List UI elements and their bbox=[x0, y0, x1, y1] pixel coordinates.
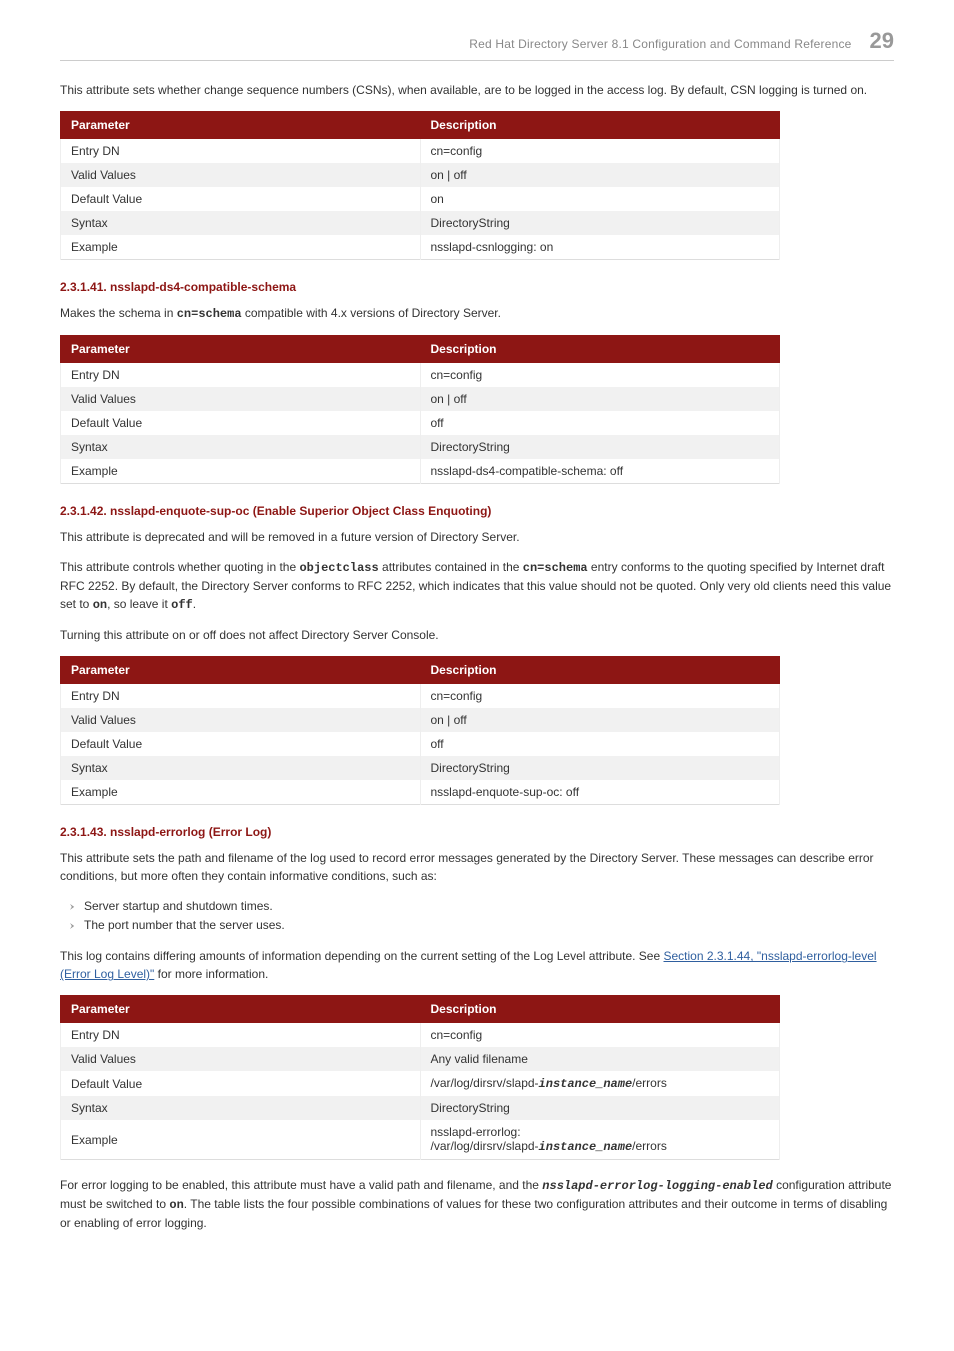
cell: Default Value bbox=[61, 411, 421, 435]
cell: Entry DN bbox=[61, 139, 421, 164]
text: Makes the schema in bbox=[60, 306, 177, 320]
text: /var/log/dirsrv/slapd- bbox=[431, 1076, 539, 1090]
table-ds4-compatible: Parameter Description Entry DNcn=config … bbox=[60, 335, 780, 484]
code: on bbox=[169, 1198, 183, 1212]
code: cn=schema bbox=[177, 307, 242, 321]
italic-code: instance_name bbox=[539, 1140, 633, 1154]
cell: /var/log/dirsrv/slapd-instance_name/erro… bbox=[420, 1071, 780, 1096]
code: on bbox=[93, 598, 107, 612]
s43-para2: This log contains differing amounts of i… bbox=[60, 947, 894, 983]
cell: DirectoryString bbox=[420, 1096, 780, 1120]
cell: Default Value bbox=[61, 187, 421, 211]
cell: Entry DN bbox=[61, 1023, 421, 1048]
cell: Valid Values bbox=[61, 708, 421, 732]
col-parameter: Parameter bbox=[61, 336, 421, 363]
section-heading-41: 2.3.1.41. nsslapd-ds4-compatible-schema bbox=[60, 280, 894, 294]
cell: Example bbox=[61, 459, 421, 484]
table-errorlog: Parameter Description Entry DNcn=config … bbox=[60, 995, 780, 1160]
table-enquote-sup-oc: Parameter Description Entry DNcn=config … bbox=[60, 656, 780, 805]
cell: Example bbox=[61, 235, 421, 260]
cell: on | off bbox=[420, 163, 780, 187]
text: for more information. bbox=[154, 967, 268, 981]
cell: Entry DN bbox=[61, 363, 421, 388]
cell: cn=config bbox=[420, 363, 780, 388]
cell: on | off bbox=[420, 387, 780, 411]
page-container: Red Hat Directory Server 8.1 Configurati… bbox=[0, 0, 954, 1351]
cell: cn=config bbox=[420, 139, 780, 164]
code: objectclass bbox=[299, 561, 378, 575]
text: /var/log/dirsrv/slapd- bbox=[431, 1139, 539, 1153]
col-description: Description bbox=[420, 336, 780, 363]
cell: Syntax bbox=[61, 756, 421, 780]
cell: on | off bbox=[420, 708, 780, 732]
text: compatible with 4.x versions of Director… bbox=[242, 306, 501, 320]
cell: DirectoryString bbox=[420, 756, 780, 780]
cell: Any valid filename bbox=[420, 1047, 780, 1071]
s42-para2: This attribute controls whether quoting … bbox=[60, 558, 894, 614]
cell: cn=config bbox=[420, 684, 780, 709]
col-description: Description bbox=[420, 112, 780, 139]
col-description: Description bbox=[420, 657, 780, 684]
text: /errors bbox=[632, 1139, 667, 1153]
s42-para1: This attribute is deprecated and will be… bbox=[60, 528, 894, 546]
text: attributes contained in the bbox=[379, 560, 523, 574]
header-book-title: Red Hat Directory Server 8.1 Configurati… bbox=[469, 37, 851, 51]
code: cn=schema bbox=[523, 561, 588, 575]
cell: off bbox=[420, 411, 780, 435]
cell: Default Value bbox=[61, 732, 421, 756]
cell: Valid Values bbox=[61, 387, 421, 411]
cell: nsslapd-csnlogging: on bbox=[420, 235, 780, 260]
table-csnlogging: Parameter Description Entry DNcn=config … bbox=[60, 111, 780, 260]
section-heading-42: 2.3.1.42. nsslapd-enquote-sup-oc (Enable… bbox=[60, 504, 894, 518]
text: nsslapd-errorlog: bbox=[431, 1125, 521, 1139]
cell: off bbox=[420, 732, 780, 756]
cell: nsslapd-ds4-compatible-schema: off bbox=[420, 459, 780, 484]
cell: Syntax bbox=[61, 435, 421, 459]
cell: Syntax bbox=[61, 1096, 421, 1120]
cell: Default Value bbox=[61, 1071, 421, 1096]
italic-code: instance_name bbox=[539, 1077, 633, 1091]
cell: on bbox=[420, 187, 780, 211]
col-parameter: Parameter bbox=[61, 657, 421, 684]
text: For error logging to be enabled, this at… bbox=[60, 1178, 542, 1192]
page-number: 29 bbox=[870, 28, 894, 54]
cell: nsslapd-errorlog: /var/log/dirsrv/slapd-… bbox=[420, 1120, 780, 1160]
cell: cn=config bbox=[420, 1023, 780, 1048]
col-description: Description bbox=[420, 996, 780, 1023]
italic-code: nsslapd-errorlog-logging-enabled bbox=[542, 1179, 772, 1193]
text: /errors bbox=[632, 1076, 667, 1090]
text: This log contains differing amounts of i… bbox=[60, 949, 664, 963]
cell: Example bbox=[61, 1120, 421, 1160]
text: . bbox=[193, 597, 196, 611]
section-heading-43: 2.3.1.43. nsslapd-errorlog (Error Log) bbox=[60, 825, 894, 839]
cell: Example bbox=[61, 780, 421, 805]
s41-paragraph: Makes the schema in cn=schema compatible… bbox=[60, 304, 894, 323]
cell: DirectoryString bbox=[420, 435, 780, 459]
s43-bullet-list: Server startup and shutdown times. The p… bbox=[60, 897, 894, 935]
col-parameter: Parameter bbox=[61, 112, 421, 139]
s43-para1: This attribute sets the path and filenam… bbox=[60, 849, 894, 885]
intro-paragraph: This attribute sets whether change seque… bbox=[60, 81, 894, 99]
text: , so leave it bbox=[107, 597, 171, 611]
text: . The table lists the four possible comb… bbox=[60, 1197, 887, 1230]
final-paragraph: For error logging to be enabled, this at… bbox=[60, 1176, 894, 1232]
cell: nsslapd-enquote-sup-oc: off bbox=[420, 780, 780, 805]
cell: Entry DN bbox=[61, 684, 421, 709]
code: off bbox=[171, 598, 193, 612]
col-parameter: Parameter bbox=[61, 996, 421, 1023]
s42-para3: Turning this attribute on or off does no… bbox=[60, 626, 894, 644]
cell: Valid Values bbox=[61, 1047, 421, 1071]
cell: Syntax bbox=[61, 211, 421, 235]
text: This attribute controls whether quoting … bbox=[60, 560, 299, 574]
page-header: Red Hat Directory Server 8.1 Configurati… bbox=[60, 28, 894, 61]
list-item: The port number that the server uses. bbox=[84, 916, 894, 935]
cell: DirectoryString bbox=[420, 211, 780, 235]
cell: Valid Values bbox=[61, 163, 421, 187]
list-item: Server startup and shutdown times. bbox=[84, 897, 894, 916]
